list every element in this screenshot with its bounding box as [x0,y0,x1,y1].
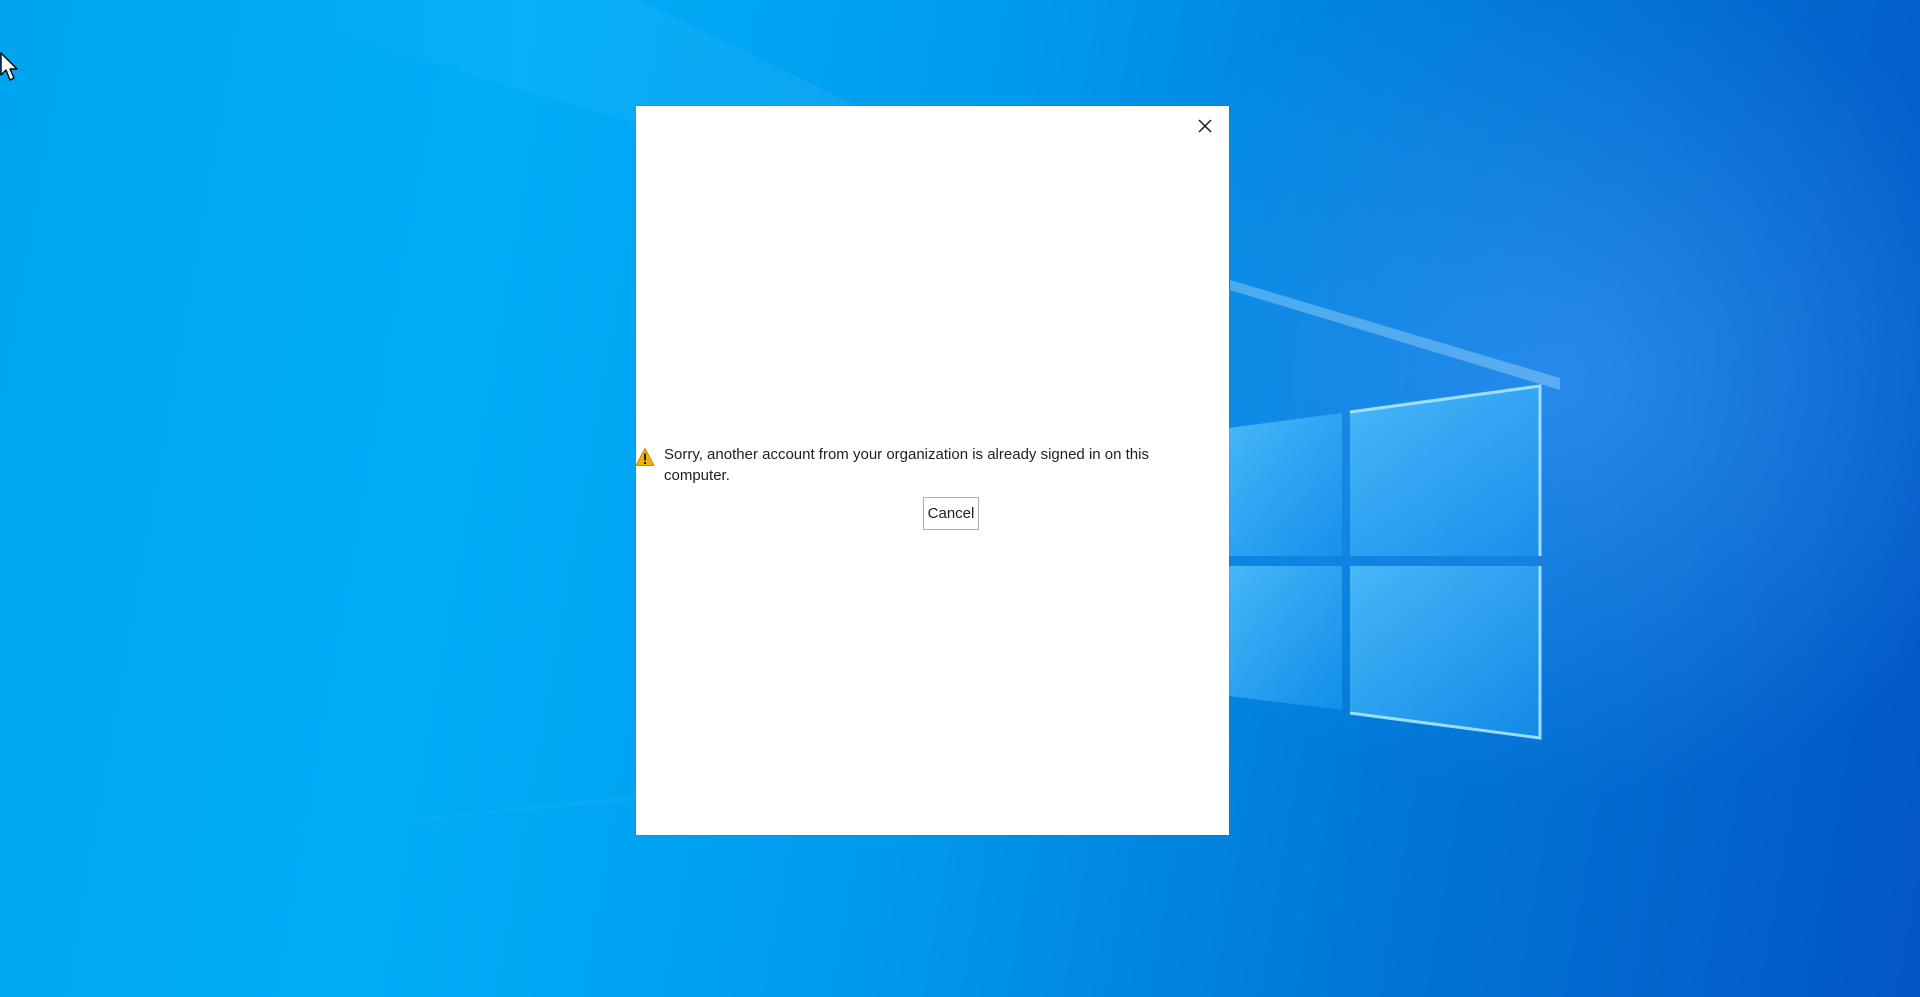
error-message-row: Sorry, another account from your organiz… [635,444,1206,486]
close-button[interactable] [1191,112,1219,140]
error-message: Sorry, another account from your organiz… [664,446,1149,484]
arrow-cursor-icon [0,52,18,81]
sign-in-error-dialog: Sorry, another account from your organiz… [635,106,1229,835]
cancel-button[interactable]: Cancel [923,497,979,530]
close-icon [1198,119,1212,133]
warning-icon [635,447,655,466]
